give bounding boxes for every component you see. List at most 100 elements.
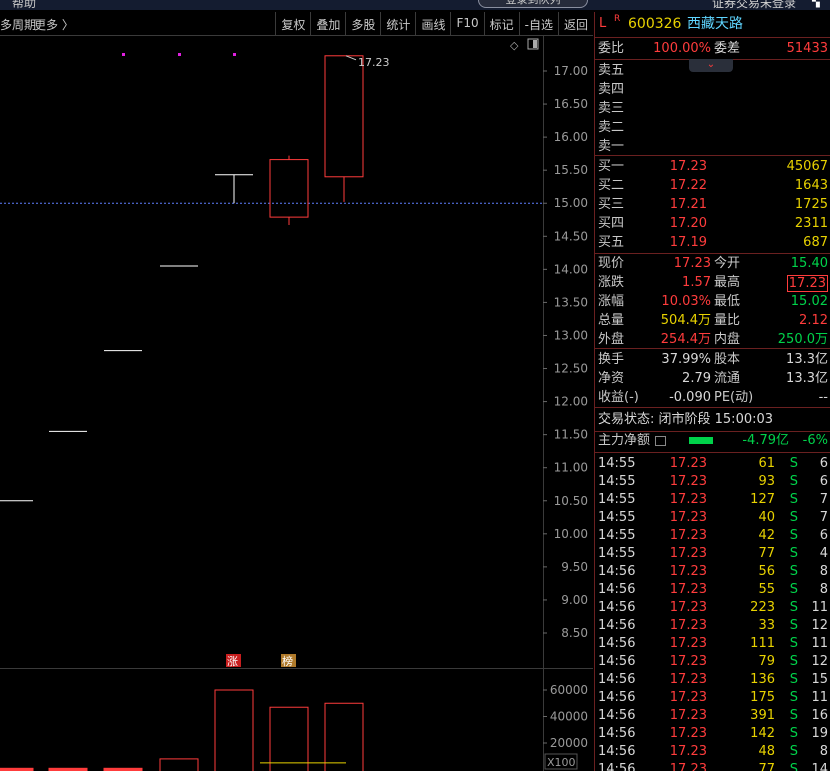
quote-value: 1.57	[682, 275, 711, 290]
tick-price: 17.23	[669, 726, 707, 741]
price-tick-label: 16.50	[554, 97, 588, 111]
tick-volume: 48	[758, 744, 775, 759]
login-button[interactable]: 登录到队列	[478, 0, 588, 8]
quote-label: 量比	[714, 313, 741, 328]
tick-volume: 55	[758, 582, 775, 597]
bid-volume: 2311	[794, 216, 828, 231]
tick-volume: 127	[750, 492, 775, 507]
event-dot-icon	[233, 53, 236, 56]
ask-label: 卖五	[598, 63, 625, 78]
tick-price: 17.23	[669, 690, 707, 705]
tick-count: 11	[811, 600, 828, 615]
tick-side: S	[789, 510, 798, 525]
title-bar: 帮助 登录到队列 证券交易未登录 ▚	[0, 0, 830, 10]
tick-side: S	[789, 564, 798, 579]
toolbar-button-5[interactable]: F10	[450, 12, 483, 36]
tick-volume: 93	[758, 474, 775, 489]
tick-time: 14:55	[598, 510, 636, 525]
ask-row[interactable]: 卖四	[595, 81, 830, 99]
price-tick-label: 10.50	[554, 494, 588, 508]
toolbar-buttons: 复权 叠加 多股 统计 画线 F10 标记 -自选 返回	[275, 12, 593, 36]
bid-row[interactable]: 买一 17.23 45067	[595, 158, 830, 176]
weibi-value: 100.00%	[653, 41, 711, 56]
quote-value: 15.40	[790, 256, 828, 271]
fundamental-label: 股本	[714, 352, 741, 367]
trade-login-status[interactable]: 证券交易未登录	[712, 0, 796, 10]
tick-volume: 56	[758, 564, 775, 579]
fundamental-value: --	[818, 390, 828, 405]
tick-row: 14:55 17.23 93 S 6	[595, 473, 830, 491]
tick-row: 14:56 17.23 223 S 11	[595, 599, 830, 617]
toolbar-button-4[interactable]: 画线	[415, 12, 450, 36]
tick-price: 17.23	[669, 582, 707, 597]
tick-time: 14:56	[598, 744, 636, 759]
fundamental-label: 收益(-)	[598, 390, 639, 405]
period-selector[interactable]: 多周期	[0, 16, 36, 33]
bid-volume: 687	[803, 235, 828, 250]
grid-icon[interactable]: ▚	[812, 0, 820, 8]
toolbar-button-1[interactable]: 叠加	[310, 12, 345, 36]
tick-price: 17.23	[669, 564, 707, 579]
fundamental-label: 换手	[598, 352, 625, 367]
fundamental-value: 13.3亿	[786, 371, 828, 386]
toolbar-button-2[interactable]: 多股	[345, 12, 380, 36]
tick-count: 4	[819, 546, 828, 561]
tick-volume: 223	[750, 600, 775, 615]
ask-row[interactable]: 卖五	[595, 62, 830, 80]
bid-label: 买四	[598, 216, 625, 231]
fundamental-row: 净资 2.79 流通 13.3亿	[595, 370, 830, 388]
zhang-marker[interactable]: 涨	[227, 655, 238, 668]
quote-value: 17.23	[673, 256, 711, 271]
bid-volume: 1643	[794, 178, 828, 193]
bang-marker[interactable]: 榜	[282, 654, 293, 668]
diamond-icon[interactable]: ◇	[510, 39, 519, 52]
tick-side: S	[789, 744, 798, 759]
tick-count: 14	[811, 762, 828, 771]
main-force-label: 主力净额	[598, 433, 651, 448]
tick-volume: 42	[758, 528, 775, 543]
trade-status-row: 交易状态: 闭市阶段 15:00:03	[595, 411, 830, 429]
toolbar-button-0[interactable]: 复权	[275, 12, 310, 36]
fundamental-label: PE(动)	[714, 390, 754, 405]
stock-code[interactable]: 600326	[628, 15, 681, 33]
toolbar-button-8[interactable]: 返回	[557, 12, 593, 36]
tick-price: 17.23	[669, 528, 707, 543]
more-button[interactable]: 更多 〉	[34, 16, 74, 33]
toolbar-button-7[interactable]: -自选	[518, 12, 558, 36]
help-menu[interactable]: 帮助	[12, 0, 36, 10]
bid-row[interactable]: 买四 17.20 2311	[595, 215, 830, 233]
toolbar-button-3[interactable]: 统计	[380, 12, 415, 36]
quote-value: 10.03%	[661, 294, 711, 309]
bid-label: 买三	[598, 197, 625, 212]
stock-name[interactable]: 西藏天路	[687, 15, 743, 33]
divider	[595, 37, 830, 38]
quote-label: 最高	[714, 275, 741, 290]
tick-side: S	[789, 654, 798, 669]
bid-row[interactable]: 买二 17.22 1643	[595, 177, 830, 195]
window-icon-fill	[533, 40, 537, 48]
ask-row[interactable]: 卖一	[595, 138, 830, 156]
fundamental-value: -0.090	[669, 390, 711, 405]
tick-volume: 77	[758, 546, 775, 561]
tick-time: 14:55	[598, 492, 636, 507]
tick-row: 14:56 17.23 56 S 8	[595, 563, 830, 581]
tick-time: 14:56	[598, 600, 636, 615]
toolbar-button-6[interactable]: 标记	[483, 12, 519, 36]
bid-row[interactable]: 买三 17.21 1725	[595, 196, 830, 214]
ask-row[interactable]: 卖二	[595, 119, 830, 137]
tick-price: 17.23	[669, 762, 707, 771]
bid-row[interactable]: 买五 17.19 687	[595, 234, 830, 252]
kline-chart[interactable]: 17.00 16.50 16.00 15.50 15.00 14.50 14.00 13.50…	[0, 36, 593, 771]
price-tick-label: 12.50	[554, 362, 588, 376]
tick-count: 16	[811, 708, 828, 723]
candle-body	[269, 159, 309, 218]
doc-icon[interactable]	[655, 436, 666, 446]
tick-count: 15	[811, 672, 828, 687]
quote-value: 504.4万	[660, 313, 711, 328]
volume-bar	[324, 702, 364, 771]
tick-time: 14:56	[598, 762, 636, 771]
tick-price: 17.23	[669, 492, 707, 507]
tick-time: 14:55	[598, 528, 636, 543]
ask-row[interactable]: 卖三	[595, 100, 830, 118]
tick-price: 17.23	[669, 600, 707, 615]
